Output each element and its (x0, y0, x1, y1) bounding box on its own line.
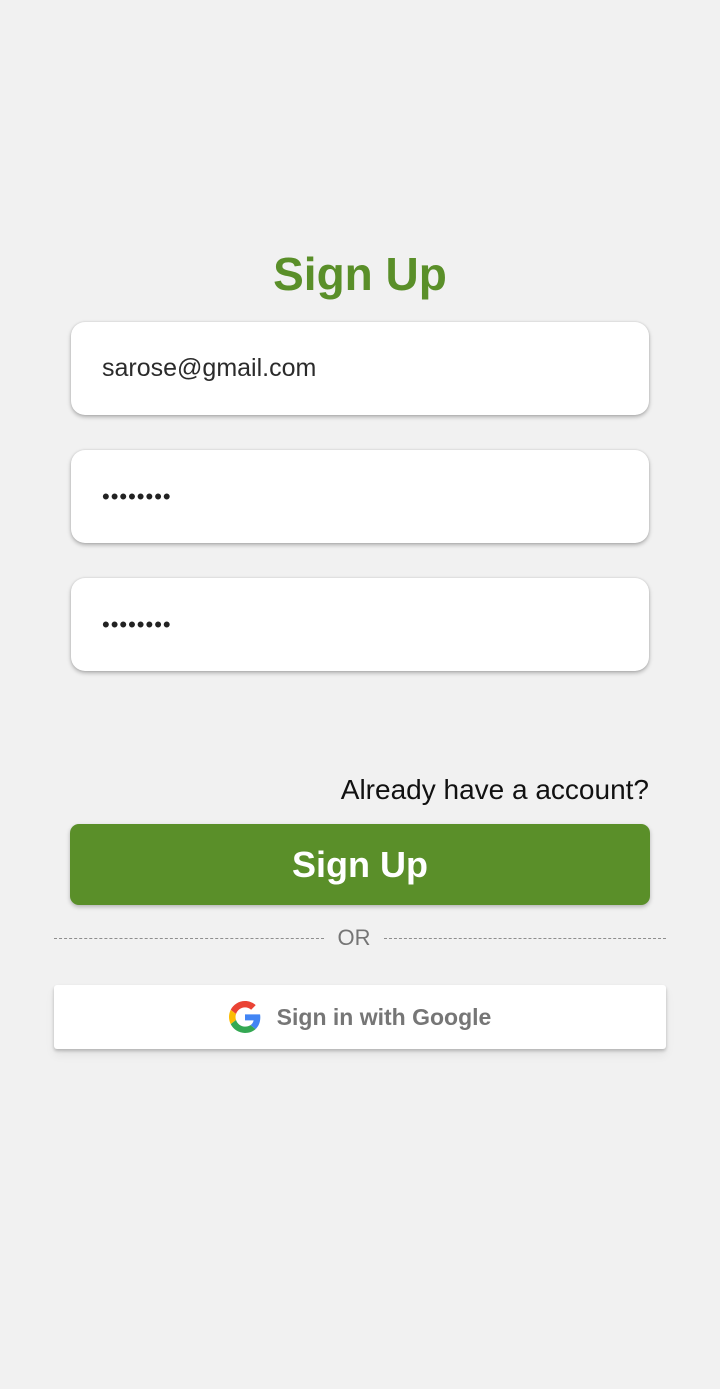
password-field[interactable] (71, 450, 649, 543)
password-field-container (71, 450, 649, 543)
sign-up-button[interactable]: Sign Up (70, 824, 650, 905)
email-field-container (71, 322, 649, 415)
confirm-password-field[interactable] (71, 578, 649, 671)
already-have-account-link[interactable]: Already have a account? (341, 772, 649, 808)
divider-line-left (54, 938, 324, 939)
divider-line-right (384, 938, 666, 939)
google-sign-in-content: Sign in with Google (54, 985, 666, 1049)
or-divider: OR (54, 924, 666, 952)
page-title: Sign Up (273, 248, 447, 300)
google-sign-in-button[interactable]: Sign in with Google (54, 985, 666, 1049)
google-sign-in-label: Sign in with Google (276, 1004, 492, 1030)
google-g-icon (228, 1001, 260, 1033)
email-field[interactable] (71, 322, 649, 415)
confirm-password-field-container (71, 578, 649, 671)
or-label: OR (337, 925, 371, 950)
